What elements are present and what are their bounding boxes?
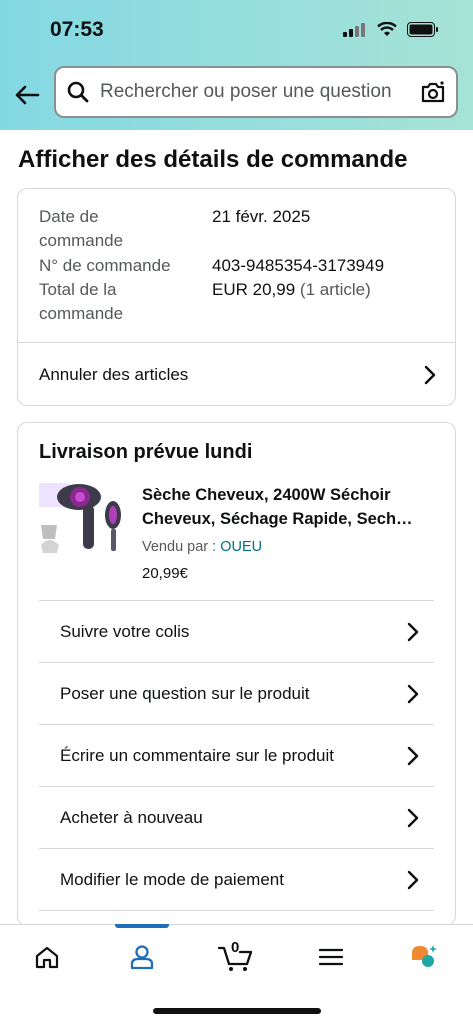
active-tab-indicator xyxy=(115,924,169,928)
order-summary-card: Date de commande 21 févr. 2025 N° de com… xyxy=(17,188,456,406)
write-review-row[interactable]: Écrire un commentaire sur le produit xyxy=(39,724,434,786)
cancel-items-row[interactable]: Annuler des articles xyxy=(18,343,455,407)
camera-icon[interactable] xyxy=(420,80,446,104)
tab-cart[interactable]: 0 xyxy=(206,937,266,977)
order-number-value: 403-9485354-3173949 xyxy=(212,256,385,275)
product-title-line1: Sèche Cheveux, 2400W Séchoir xyxy=(142,486,391,504)
order-total-label-line2: commande xyxy=(39,304,124,323)
assistant-icon xyxy=(412,945,437,967)
ask-question-label: Poser une question sur le produit xyxy=(60,683,310,703)
home-icon xyxy=(35,946,59,969)
order-date-label-line1: Date de xyxy=(39,207,99,226)
order-total-count: (1 article) xyxy=(299,280,371,299)
change-payment-row[interactable]: Modifier le mode de paiement xyxy=(39,848,434,910)
track-package-row[interactable]: Suivre votre colis xyxy=(39,600,434,662)
search-input[interactable]: Rechercher ou poser une question xyxy=(100,81,420,103)
chevron-right-icon xyxy=(424,365,436,385)
chevron-right-icon xyxy=(407,684,419,703)
status-icons xyxy=(343,22,439,37)
product-title-line2: Cheveux, Séchage Rapide, Sech… xyxy=(142,510,413,528)
account-icon xyxy=(130,945,154,970)
order-total-value: EUR 20,99 (1 article) xyxy=(212,278,371,302)
chevron-right-icon xyxy=(407,746,419,765)
sold-by: Vendu par : OUEU xyxy=(142,539,262,555)
status-time: 07:53 xyxy=(50,18,104,41)
ask-question-row[interactable]: Poser une question sur le produit xyxy=(39,662,434,724)
order-number-label: N° de commande xyxy=(39,256,171,275)
product-price: 20,99€ xyxy=(142,565,188,582)
bottom-tab-bar: 0 xyxy=(0,924,473,1024)
buy-again-row[interactable]: Acheter à nouveau xyxy=(39,786,434,848)
delivery-card: Livraison prévue lundi Sèche Cheveux, 24… xyxy=(17,422,456,926)
order-date-label-line2: commande xyxy=(39,231,124,250)
battery-icon xyxy=(407,22,438,37)
chevron-right-icon xyxy=(407,622,419,641)
page-title: Afficher des détails de commande xyxy=(18,146,408,173)
tab-menu[interactable] xyxy=(301,937,361,977)
order-total-amount: EUR 20,99 xyxy=(212,280,296,299)
search-bar[interactable]: Rechercher ou poser une question xyxy=(54,66,458,118)
write-review-label: Écrire un commentaire sur le produit xyxy=(60,745,335,765)
back-arrow-icon xyxy=(15,85,40,105)
seller-link[interactable]: : OUEU xyxy=(212,539,262,555)
order-total-label: Total de la commande xyxy=(39,278,123,326)
home-indicator xyxy=(153,1008,321,1014)
sold-by-label: Vendu par xyxy=(142,539,209,555)
product-image[interactable] xyxy=(39,479,125,565)
cart-count: 0 xyxy=(231,939,240,956)
header: 07:53 Rechercher ou poser une question xyxy=(0,0,473,130)
tab-assistant[interactable] xyxy=(394,937,454,977)
tab-account[interactable] xyxy=(112,937,172,977)
buy-again-label: Acheter à nouveau xyxy=(60,807,203,827)
search-icon xyxy=(67,81,89,103)
tab-home[interactable] xyxy=(17,937,77,977)
hair-dryer-image xyxy=(39,483,121,553)
chevron-right-icon xyxy=(407,870,419,889)
order-date-value: 21 févr. 2025 xyxy=(212,207,311,226)
order-date-label: Date de commande xyxy=(39,205,123,253)
cancel-items-label: Annuler des articles xyxy=(39,365,189,384)
change-payment-label: Modifier le mode de paiement xyxy=(60,869,284,889)
signal-icon xyxy=(343,22,365,37)
product-title-link[interactable]: Sèche Cheveux, 2400W Séchoir Cheveux, Sé… xyxy=(142,483,442,531)
track-package-label: Suivre votre colis xyxy=(60,621,190,641)
menu-icon xyxy=(319,948,343,966)
back-button[interactable] xyxy=(10,78,44,112)
wifi-icon xyxy=(377,22,397,36)
order-actions-list: Suivre votre colis Poser une question su… xyxy=(39,600,434,925)
chevron-right-icon xyxy=(407,808,419,827)
delivery-title: Livraison prévue lundi xyxy=(39,441,253,463)
order-total-label-line1: Total de la xyxy=(39,280,117,299)
